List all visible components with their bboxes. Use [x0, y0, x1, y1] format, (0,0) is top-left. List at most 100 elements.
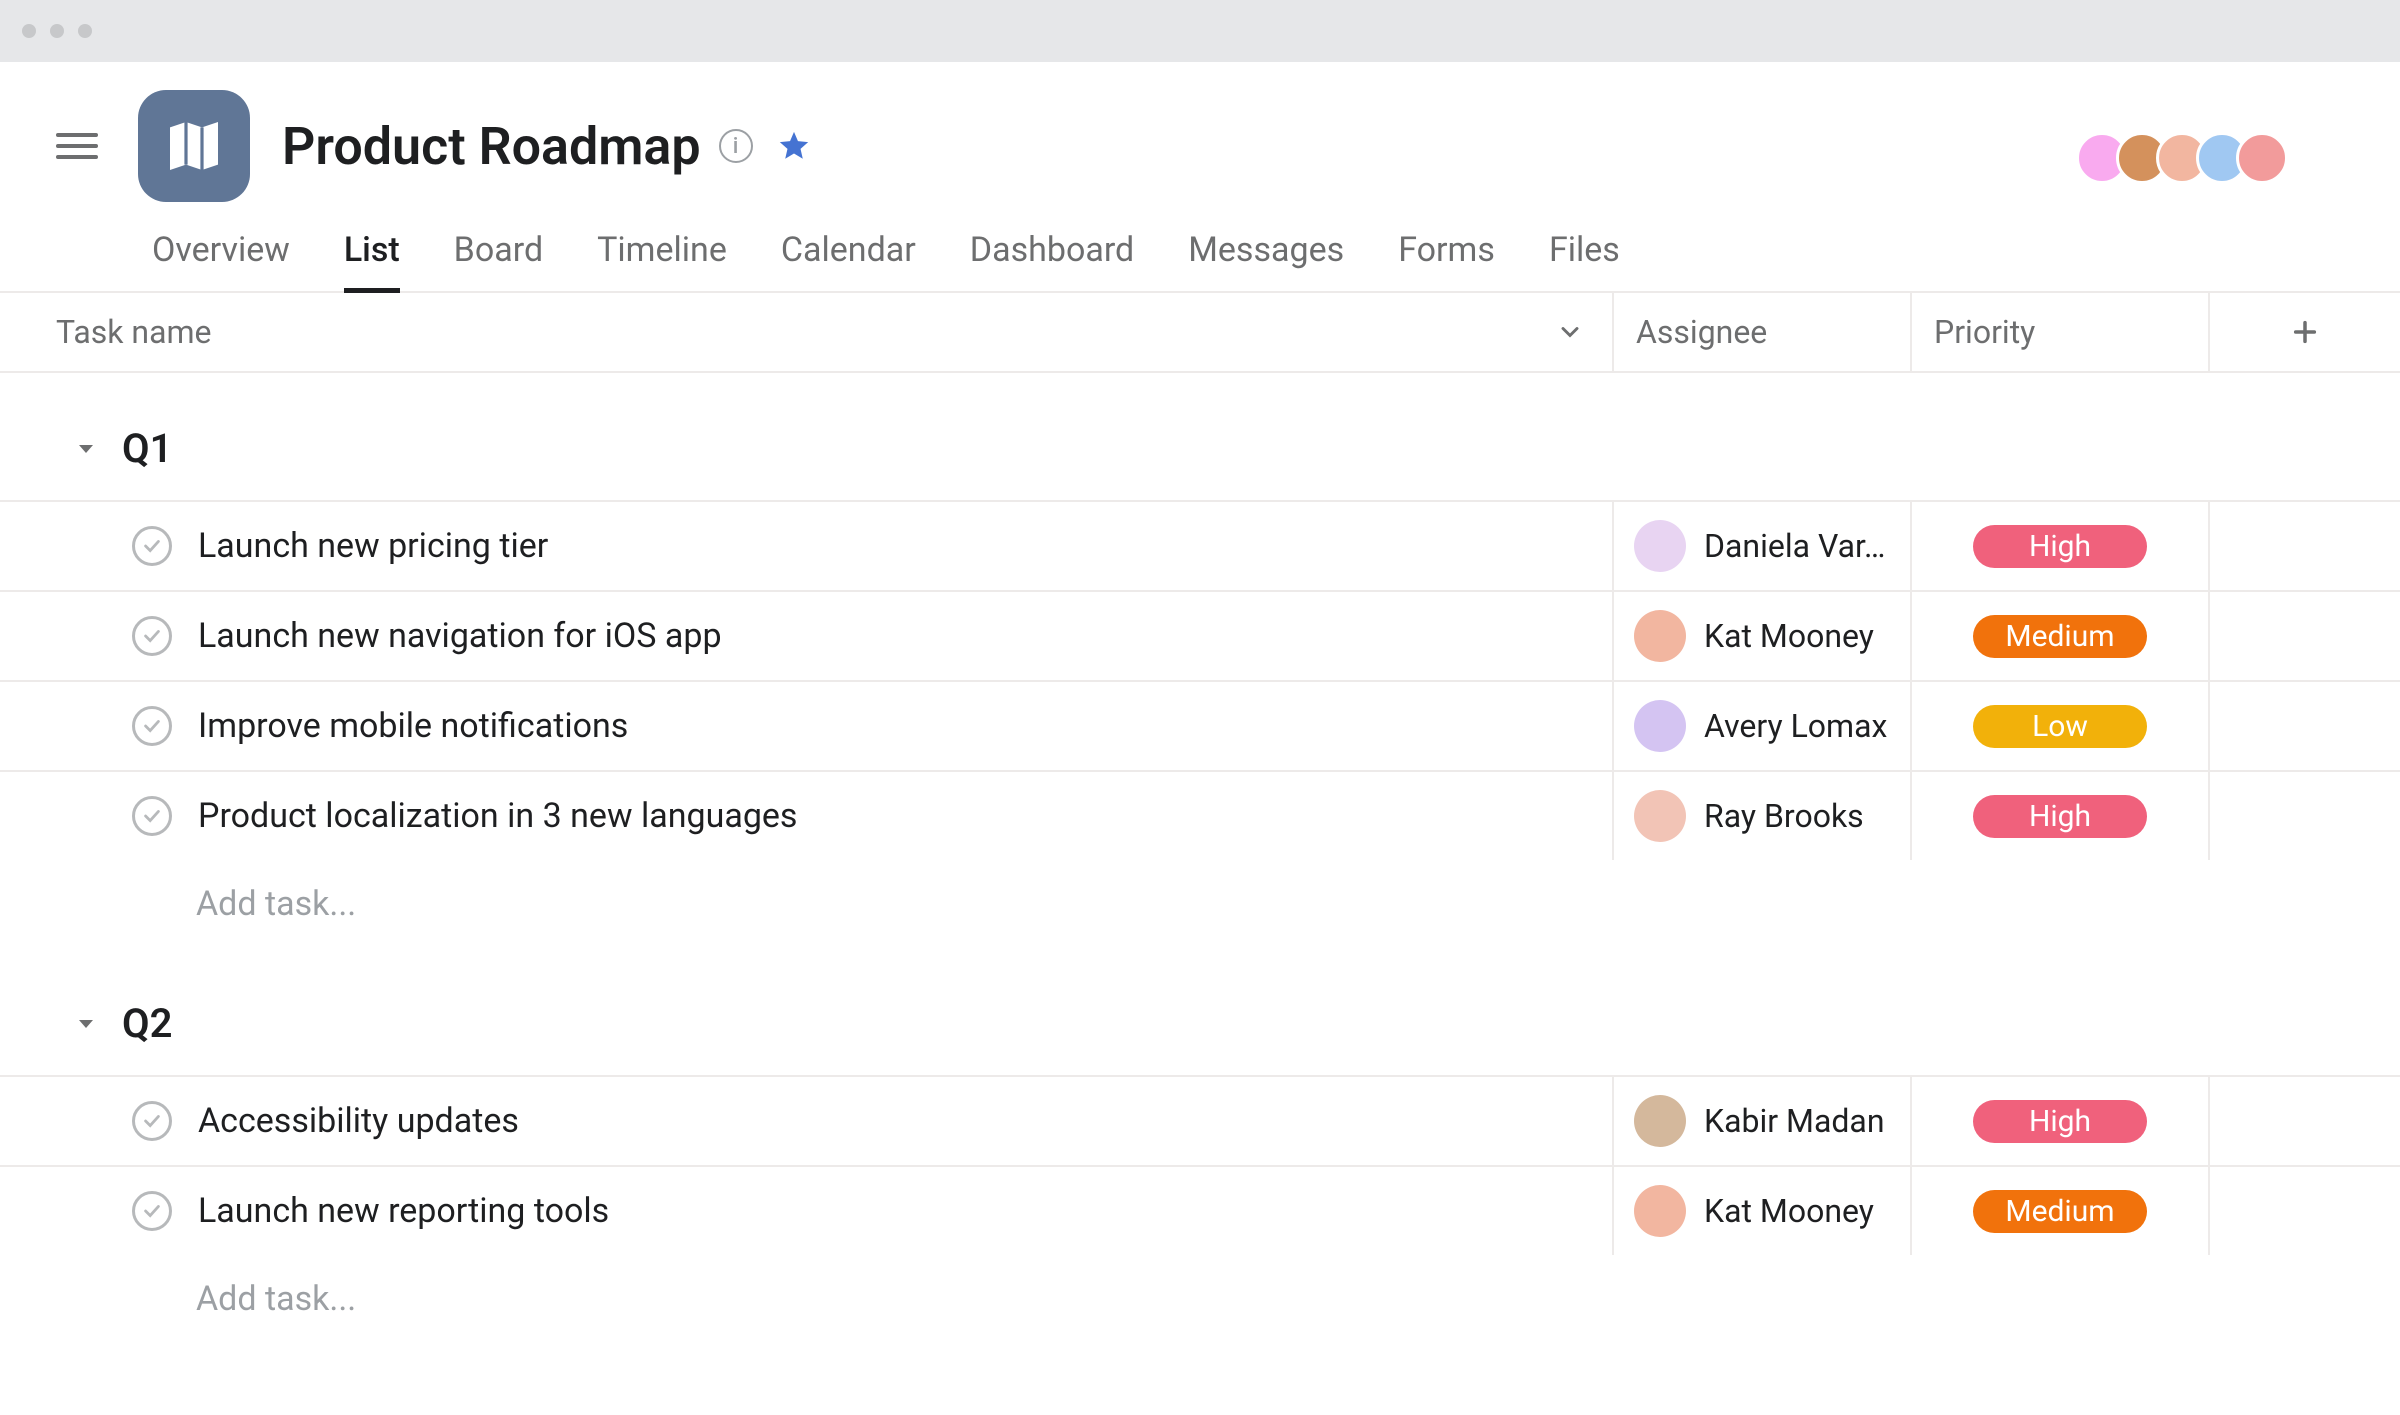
tab-files[interactable]: Files: [1549, 230, 1620, 291]
complete-checkbox[interactable]: [132, 1101, 172, 1141]
complete-checkbox[interactable]: [132, 796, 172, 836]
task-extra-cell[interactable]: [2208, 1167, 2400, 1255]
complete-checkbox[interactable]: [132, 616, 172, 656]
column-priority[interactable]: Priority: [1910, 293, 2208, 371]
task-extra-cell[interactable]: [2208, 772, 2400, 860]
complete-checkbox[interactable]: [132, 706, 172, 746]
task-extra-cell[interactable]: [2208, 502, 2400, 590]
add-task-button[interactable]: Add task...: [0, 1255, 2400, 1343]
assignee-name: Kat Mooney: [1704, 1192, 1874, 1230]
tab-calendar[interactable]: Calendar: [781, 230, 916, 291]
tab-forms[interactable]: Forms: [1398, 230, 1495, 291]
task-priority-cell[interactable]: High: [1910, 1077, 2208, 1165]
task-name: Launch new reporting tools: [198, 1191, 609, 1231]
column-task-name-label: Task name: [56, 313, 212, 351]
priority-pill: Low: [1973, 705, 2147, 748]
check-icon: [141, 625, 163, 647]
task-assignee-cell[interactable]: Ray Brooks: [1612, 772, 1910, 860]
task-name: Launch new navigation for iOS app: [198, 616, 722, 656]
task-extra-cell[interactable]: [2208, 592, 2400, 680]
add-task-button[interactable]: Add task...: [0, 860, 2400, 948]
map-icon: [162, 114, 226, 178]
task-name: Accessibility updates: [198, 1101, 519, 1141]
tab-overview[interactable]: Overview: [152, 230, 290, 291]
project-tabs: Overview List Board Timeline Calendar Dashboa…: [0, 202, 2400, 293]
task-name: Launch new pricing tier: [198, 526, 548, 566]
assignee-name: Kat Mooney: [1704, 617, 1874, 655]
tab-list[interactable]: List: [344, 230, 400, 293]
section-title: Q2: [122, 1000, 172, 1047]
project-icon[interactable]: [138, 90, 250, 202]
task-row[interactable]: Improve mobile notifications Avery Lomax L…: [0, 680, 2400, 770]
task-row[interactable]: Product localization in 3 new languages R…: [0, 770, 2400, 860]
task-row[interactable]: Launch new navigation for iOS app Kat Moo…: [0, 590, 2400, 680]
priority-pill: High: [1973, 1100, 2147, 1143]
task-priority-cell[interactable]: High: [1910, 502, 2208, 590]
complete-checkbox[interactable]: [132, 1191, 172, 1231]
task-priority-cell[interactable]: Medium: [1910, 592, 2208, 680]
app-root: Product Roadmap i Overview List Board Timel…: [0, 62, 2400, 1343]
task-priority-cell[interactable]: High: [1910, 772, 2208, 860]
section-header[interactable]: Q2: [0, 948, 2400, 1075]
task-main[interactable]: Product localization in 3 new languages: [0, 796, 1612, 836]
add-column-button[interactable]: [2208, 293, 2400, 371]
project-members[interactable]: [2088, 108, 2344, 184]
task-main[interactable]: Improve mobile notifications: [0, 706, 1612, 746]
star-icon[interactable]: [777, 129, 811, 163]
task-main[interactable]: Launch new navigation for iOS app: [0, 616, 1612, 656]
task-priority-cell[interactable]: Low: [1910, 682, 2208, 770]
traffic-light-zoom[interactable]: [78, 24, 92, 38]
task-assignee-cell[interactable]: Daniela Var…: [1612, 502, 1910, 590]
info-icon[interactable]: i: [719, 129, 753, 163]
tab-timeline[interactable]: Timeline: [597, 230, 727, 291]
task-extra-cell[interactable]: [2208, 1077, 2400, 1165]
column-assignee[interactable]: Assignee: [1612, 293, 1910, 371]
project-header: Product Roadmap i: [0, 62, 2400, 202]
member-avatar[interactable]: [2236, 132, 2288, 184]
traffic-light-minimize[interactable]: [50, 24, 64, 38]
column-assignee-label: Assignee: [1636, 313, 1767, 351]
list-column-headers: Task name Assignee Priority: [0, 293, 2400, 373]
caret-down-icon: [74, 1012, 98, 1036]
task-main[interactable]: Accessibility updates: [0, 1101, 1612, 1141]
assignee-avatar: [1634, 1095, 1686, 1147]
task-main[interactable]: Launch new pricing tier: [0, 526, 1612, 566]
assignee-avatar: [1634, 700, 1686, 752]
check-icon: [141, 1200, 163, 1222]
column-priority-label: Priority: [1934, 313, 2035, 351]
task-extra-cell[interactable]: [2208, 682, 2400, 770]
task-priority-cell[interactable]: Medium: [1910, 1167, 2208, 1255]
priority-pill: High: [1973, 525, 2147, 568]
check-icon: [141, 805, 163, 827]
check-icon: [141, 535, 163, 557]
assignee-name: Daniela Var…: [1704, 527, 1885, 565]
project-title[interactable]: Product Roadmap: [282, 116, 701, 177]
task-assignee-cell[interactable]: Kat Mooney: [1612, 1167, 1910, 1255]
section-title: Q1: [122, 425, 172, 472]
tab-messages[interactable]: Messages: [1188, 230, 1344, 291]
priority-pill: Medium: [1973, 1190, 2147, 1233]
task-name: Product localization in 3 new languages: [198, 796, 797, 836]
assignee-avatar: [1634, 1185, 1686, 1237]
caret-down-icon: [74, 437, 98, 461]
task-assignee-cell[interactable]: Kat Mooney: [1612, 592, 1910, 680]
assignee-name: Ray Brooks: [1704, 797, 1864, 835]
task-main[interactable]: Launch new reporting tools: [0, 1191, 1612, 1231]
column-task-name[interactable]: Task name: [0, 313, 1612, 351]
task-assignee-cell[interactable]: Avery Lomax: [1612, 682, 1910, 770]
assignee-avatar: [1634, 610, 1686, 662]
menu-toggle-button[interactable]: [56, 125, 98, 167]
task-name: Improve mobile notifications: [198, 706, 628, 746]
plus-icon: [2291, 318, 2319, 346]
task-row[interactable]: Launch new reporting tools Kat Mooney Medi…: [0, 1165, 2400, 1255]
assignee-avatar: [1634, 520, 1686, 572]
tab-board[interactable]: Board: [454, 230, 543, 291]
task-row[interactable]: Launch new pricing tier Daniela Var… High: [0, 500, 2400, 590]
traffic-light-close[interactable]: [22, 24, 36, 38]
task-row[interactable]: Accessibility updates Kabir Madan High: [0, 1075, 2400, 1165]
complete-checkbox[interactable]: [132, 526, 172, 566]
chevron-down-icon[interactable]: [1556, 318, 1584, 346]
tab-dashboard[interactable]: Dashboard: [970, 230, 1134, 291]
section-header[interactable]: Q1: [0, 373, 2400, 500]
task-assignee-cell[interactable]: Kabir Madan: [1612, 1077, 1910, 1165]
